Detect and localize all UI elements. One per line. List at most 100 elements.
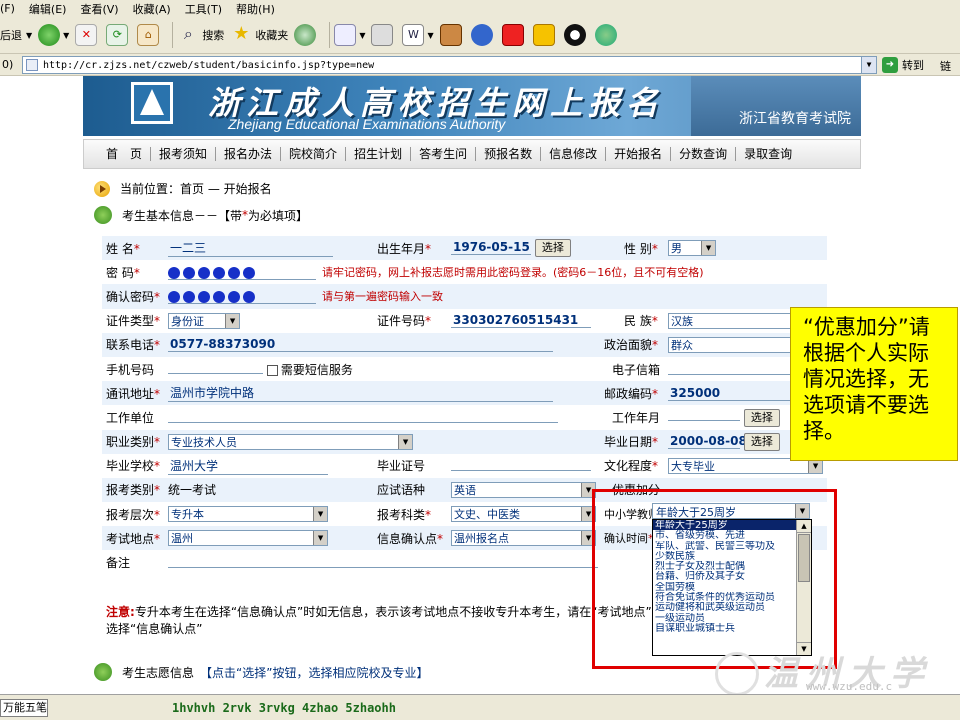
bonus-option[interactable]: 符合免试条件的优秀运动员 (653, 592, 796, 602)
nav-score[interactable]: 分数查询 (671, 147, 737, 161)
messenger-button[interactable] (594, 24, 620, 46)
banner-subtitle: Zhejiang Educational Examinations Author… (228, 116, 506, 132)
browser-toolbar: 后退 ▼ ▼ ✕ ⟳ ⌂ ⌕ 搜索 ★ 收藏夹 ▼ W ▼ (0, 17, 960, 54)
language-select[interactable]: 英语 ▼ (451, 481, 597, 498)
forward-arrow-icon (38, 24, 61, 46)
address-field[interactable]: 温州市学院中路 (168, 384, 554, 403)
search-icon: ⌕ (183, 24, 193, 43)
bonus-option[interactable]: 军队、武警、民警三等功及 (653, 541, 796, 551)
bonus-select[interactable]: 年龄大于25周岁 ▼ (652, 503, 810, 519)
nav-admission[interactable]: 录取查询 (736, 147, 800, 161)
grad-date-choose-button[interactable]: 选择 (743, 432, 780, 451)
nav-notice[interactable]: 报考须知 (151, 147, 217, 161)
phone-field[interactable]: 0577-88373090 (168, 337, 554, 353)
breadcrumb: 当前位置：首页 — 开始报名 (94, 180, 272, 197)
home-button[interactable]: ⌂ (137, 24, 162, 46)
bonus-option[interactable]: 全国劳模 (653, 582, 796, 592)
password-field[interactable] (168, 265, 317, 281)
name-field[interactable]: 一二三 (168, 239, 334, 258)
nav-faq[interactable]: 答考生问 (411, 147, 477, 161)
grad-date-field[interactable]: 2000-08-08 (668, 434, 747, 449)
menu-file[interactable]: (F) (0, 2, 15, 15)
menu-help[interactable]: 帮助(H) (236, 1, 275, 17)
research-button[interactable] (501, 24, 527, 46)
home-icon: ⌂ (137, 24, 160, 46)
nav-modify[interactable]: 信息修改 (541, 147, 607, 161)
bonus-option[interactable]: 一级运动员 (653, 613, 796, 623)
gender-select[interactable]: 男 ▼ (668, 240, 717, 257)
menu-tools[interactable]: 工具(T) (185, 1, 222, 17)
level-select[interactable]: 专升本 ▼ (168, 506, 329, 523)
favorites-button[interactable]: ★ 收藏夹 (230, 24, 288, 46)
go-button[interactable]: ➜ 转到 (882, 57, 924, 73)
tv-icon (439, 24, 462, 46)
sms-checkbox[interactable] (266, 365, 278, 377)
nav-home[interactable]: 首 页 (98, 147, 152, 161)
menu-favorites[interactable]: 收藏(A) (133, 1, 171, 17)
bonus-option[interactable]: 自谋职业城镇士兵 (653, 623, 796, 633)
history-button[interactable] (294, 24, 319, 46)
work-year-field[interactable] (668, 407, 741, 422)
logo (131, 82, 173, 124)
nav-prereg[interactable]: 预报名数 (476, 147, 542, 161)
confirm-password-field[interactable] (168, 289, 317, 305)
nav-schools[interactable]: 院校简介 (281, 147, 347, 161)
id-type-select[interactable]: 身份证 ▼ (168, 312, 241, 329)
mobile-field[interactable] (168, 360, 264, 375)
chevron-down-icon[interactable]: ▼ (861, 57, 876, 73)
school-field[interactable]: 温州大学 (168, 457, 329, 475)
work-year-choose-button[interactable]: 选择 (743, 409, 780, 428)
confirm-point-select[interactable]: 温州报名点 ▼ (451, 530, 597, 547)
chevron-down-icon: ▼ (26, 30, 33, 40)
ime-name[interactable]: 万能五笔 (0, 698, 48, 717)
exam-site-select[interactable]: 温州 ▼ (168, 530, 329, 547)
chevron-down-icon: ▼ (398, 434, 413, 449)
edit-button[interactable]: W ▼ (402, 24, 434, 46)
bonus-option[interactable]: 年龄大于25周岁 (653, 520, 796, 531)
url-input[interactable]: http://cr.zjzs.net/czweb/student/basicin… (22, 56, 877, 74)
media-button[interactable] (470, 24, 496, 46)
bonus-dropdown[interactable]: 年龄大于25周岁 ▼ 年龄大于25周岁 市、省级劳模、先进 军队、武警、民警三等功… (652, 503, 812, 656)
banner-org: 浙江省教育考试院 (739, 111, 851, 127)
bonus-option[interactable]: 市、省级劳模、先进 (653, 530, 796, 540)
arrow-circle-icon (94, 180, 110, 197)
mail-button[interactable]: ▼ (334, 24, 365, 46)
nav-start[interactable]: 开始报名 (606, 147, 672, 161)
job-select[interactable]: 专业技术人员 ▼ (168, 433, 414, 450)
tv-button[interactable] (439, 24, 465, 46)
print-button[interactable] (371, 24, 396, 46)
forward-button[interactable]: ▼ (38, 24, 69, 46)
clover-icon (94, 206, 112, 224)
messenger-icon (594, 24, 617, 46)
qq-button[interactable] (563, 24, 589, 46)
bonus-option[interactable]: 运动健将和武英级运动员 (653, 602, 796, 612)
history-icon (294, 24, 317, 46)
cert-number-field[interactable] (451, 457, 592, 472)
bonus-options-list[interactable]: 年龄大于25周岁 市、省级劳模、先进 军队、武警、民警三等功及 少数民族 烈士子… (652, 519, 812, 656)
menu-edit[interactable]: 编辑(E) (29, 1, 67, 17)
links-label[interactable]: 链 (940, 58, 951, 74)
mail-icon (334, 24, 357, 46)
refresh-button[interactable]: ⟳ (106, 24, 131, 46)
bonus-option[interactable]: 烈士子女及烈士配偶 (653, 561, 796, 571)
dropdown-scrollbar[interactable]: ▲ ▼ (796, 520, 811, 655)
chevron-down-icon: ▼ (313, 507, 328, 522)
back-button[interactable]: 后退 ▼ (0, 27, 32, 43)
remark-field[interactable] (168, 554, 599, 569)
birth-field[interactable]: 1976-05-15 (451, 240, 532, 256)
book-button[interactable] (532, 24, 558, 46)
work-unit-field[interactable] (168, 409, 559, 423)
scrollbar-thumb[interactable] (798, 534, 810, 582)
stop-button[interactable]: ✕ (75, 24, 100, 46)
menu-view[interactable]: 查看(V) (80, 1, 118, 17)
nav-plan[interactable]: 招生计划 (346, 147, 412, 161)
scroll-up-icon[interactable]: ▲ (797, 520, 811, 533)
address-bar: 0) http://cr.zjzs.net/czweb/student/basi… (0, 54, 960, 76)
bonus-option[interactable]: 少数民族 (653, 551, 796, 561)
subject-select[interactable]: 文史、中医类 ▼ (451, 506, 597, 523)
birth-choose-button[interactable]: 选择 (534, 239, 571, 258)
id-number-field[interactable]: 330302760515431 (451, 313, 592, 329)
search-button[interactable]: ⌕ 搜索 (177, 24, 224, 46)
nav-method[interactable]: 报名办法 (216, 147, 282, 161)
bonus-option[interactable]: 台籍、归侨及其子女 (653, 571, 796, 581)
